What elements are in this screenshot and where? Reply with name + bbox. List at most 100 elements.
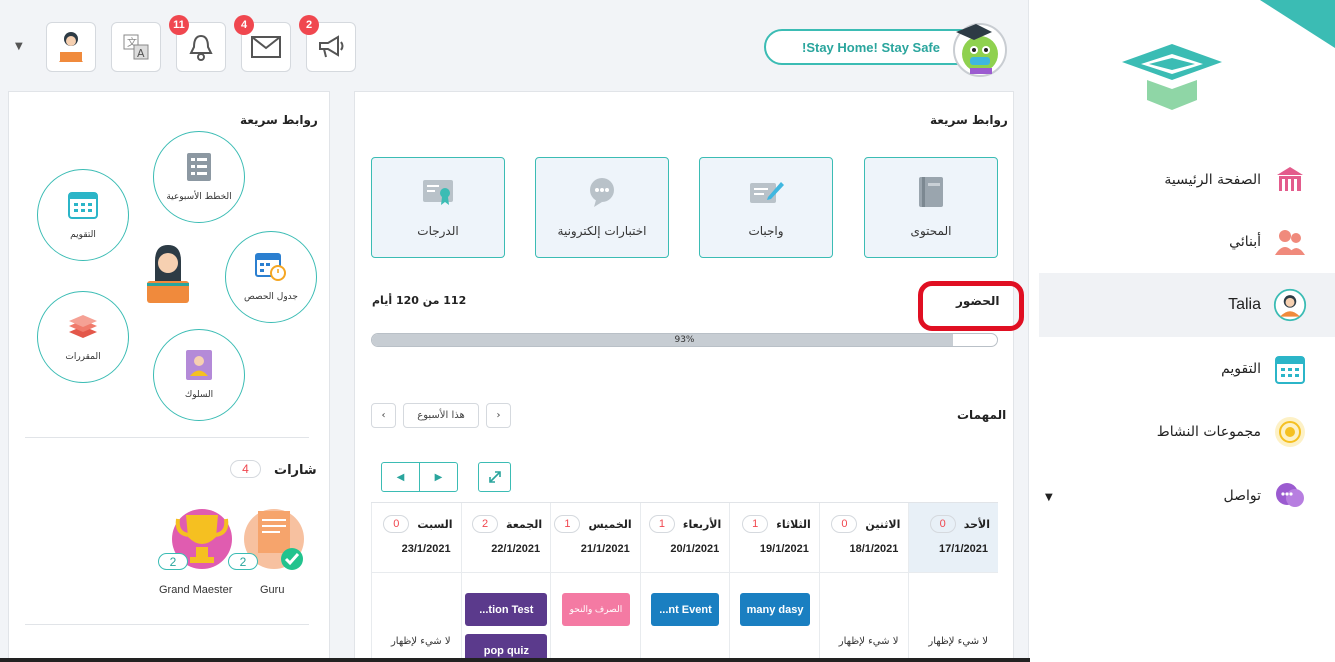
calendar-day-count: 1 xyxy=(554,515,581,533)
calendar-day-column: الثلاثاء 1 19/1/2021 many dasy xyxy=(729,503,819,662)
home-icon xyxy=(1273,163,1307,197)
notifications-badge: 11 xyxy=(169,15,189,35)
certificate-icon xyxy=(420,174,456,210)
sidebar-item-label: مجموعات النشاط xyxy=(1156,424,1261,440)
weekly-plan-icon xyxy=(182,150,216,184)
attendance-highlight-ring xyxy=(918,281,1024,331)
quick-links-title: روابط سريعة xyxy=(930,113,1008,127)
calendar-day-row: السبت 0 xyxy=(383,515,453,533)
user-profile-button[interactable] xyxy=(46,22,96,72)
quiz-icon xyxy=(584,174,620,210)
notifications-button[interactable]: 11 xyxy=(169,15,226,72)
sidebar-item-label: الصفحة الرئيسية xyxy=(1164,172,1261,188)
calendar-day-column: الأربعاء 1 20/1/2021 ...nt Event xyxy=(639,503,730,662)
calendar-day-header: الأربعاء 1 20/1/2021 xyxy=(640,503,730,573)
expand-button[interactable] xyxy=(478,462,511,492)
sidebar-item-calendar[interactable]: التقويم xyxy=(1067,350,1307,388)
messages-button[interactable]: 4 xyxy=(234,15,291,72)
calendar-event[interactable]: ...nt Event xyxy=(651,593,720,626)
corner-decoration xyxy=(1260,0,1335,48)
calendar-empty-text: لا شيء لإظهار xyxy=(838,636,899,647)
quick-link-e-exams[interactable]: اختبارات إلكترونية xyxy=(535,157,669,258)
sidebar-item-talia[interactable]: Talia xyxy=(1067,286,1307,324)
sidebar-item-communication[interactable]: تواصل xyxy=(1067,477,1307,515)
sidebar: الصفحة الرئيسية أبنائي Talia التقويم مجم… xyxy=(1028,0,1335,662)
attendance-summary: 112 من 120 أيام xyxy=(372,294,467,307)
bubble-behavior[interactable]: السلوك xyxy=(153,329,245,421)
bubble-weekly-plans[interactable]: الخطط الأسبوعية xyxy=(153,131,245,223)
bubble-label: السلوك xyxy=(184,390,214,400)
guru-name: Guru xyxy=(260,584,285,596)
calendar-day-date: 18/1/2021 xyxy=(849,543,899,555)
announcements-button[interactable]: 2 xyxy=(299,15,356,72)
prev-arrow-icon[interactable]: ◀ xyxy=(382,463,420,491)
translate-button[interactable]: 文A xyxy=(111,22,161,72)
chevron-down-icon[interactable]: ▼ xyxy=(1045,492,1053,503)
homework-icon xyxy=(748,174,784,210)
calendar-day-count: 1 xyxy=(742,515,769,533)
calendar-day-header: الاثنين 0 18/1/2021 xyxy=(819,503,909,573)
quick-link-content[interactable]: المحتوى xyxy=(864,157,998,258)
student-avatar-icon xyxy=(1273,288,1307,322)
children-icon xyxy=(1273,225,1307,259)
quick-link-label: المحتوى xyxy=(910,224,952,238)
calendar-day-row: الأربعاء 1 xyxy=(648,515,722,533)
activity-groups-icon xyxy=(1273,415,1307,449)
calendar-day-count: 1 xyxy=(648,515,675,533)
sidebar-item-home[interactable]: الصفحة الرئيسية xyxy=(1067,161,1307,199)
prev-week-button[interactable]: ‹ xyxy=(371,403,396,428)
bubble-label: التقويم xyxy=(70,230,96,240)
calendar-event[interactable]: ...tion Test xyxy=(465,593,548,626)
next-arrow-icon[interactable]: ▶ xyxy=(420,463,457,491)
chevron-left-icon: ‹ xyxy=(381,410,386,421)
megaphone-icon xyxy=(319,35,344,58)
bubble-timetable[interactable]: جدول الحصص xyxy=(225,231,317,323)
calendar-day-column: الأحد 0 17/1/2021 لا شيء لإظهار xyxy=(908,503,998,662)
calendar-day-date: 22/1/2021 xyxy=(491,543,541,555)
calendar-event[interactable]: many dasy xyxy=(740,593,811,626)
tasks-calendar: الأحد 0 17/1/2021 لا شيء لإظهار الاثنين 0 18/1… xyxy=(371,502,998,662)
calendar-day-row: الثلاثاء 1 xyxy=(742,515,811,533)
quick-link-label: واجبات xyxy=(748,224,784,238)
calendar-nav: ◀ ▶ xyxy=(381,462,458,492)
calendar-day-date: 23/1/2021 xyxy=(401,543,451,555)
bottom-scrollbar[interactable] xyxy=(0,658,1030,662)
calendar-event[interactable]: الصرف والنحو xyxy=(561,593,630,626)
quick-link-label: اختبارات إلكترونية xyxy=(557,224,647,238)
calendar-day-column: الاثنين 0 18/1/2021 لا شيء لإظهار xyxy=(818,503,909,662)
calendar-day-date: 21/1/2021 xyxy=(580,543,630,555)
calendar-day-count: 2 xyxy=(472,515,499,533)
badges-title: شارات xyxy=(274,463,317,478)
calendar-icon xyxy=(1273,352,1307,386)
quick-link-homework[interactable]: واجبات xyxy=(699,157,833,258)
calendar-day-column: السبت 0 23/1/2021 لا شيء لإظهار xyxy=(371,503,461,662)
divider xyxy=(25,624,309,625)
calendar-day-name: الاثنين xyxy=(865,517,901,531)
sidebar-item-children[interactable]: أبنائي xyxy=(1067,223,1307,261)
timetable-icon xyxy=(254,250,288,284)
calendar-day-count: 0 xyxy=(383,515,410,533)
bubble-courses[interactable]: المقررات xyxy=(37,291,129,383)
calendar-empty-text: لا شيء لإظهار xyxy=(390,636,451,647)
quick-link-grades[interactable]: الدرجات xyxy=(371,157,505,258)
book-icon xyxy=(913,174,949,210)
courses-icon xyxy=(66,310,100,344)
next-week-button[interactable]: › xyxy=(486,403,511,428)
badges-count: 4 xyxy=(230,460,261,478)
bubble-label: المقررات xyxy=(65,352,101,362)
quick-link-label: الدرجات xyxy=(417,224,459,238)
bubble-label: جدول الحصص xyxy=(244,292,298,302)
messages-badge: 4 xyxy=(234,15,254,35)
this-week-button[interactable]: هذا الأسبوع xyxy=(403,403,479,428)
bubble-calendar[interactable]: التقويم xyxy=(37,169,129,261)
sidebar-item-activity-groups[interactable]: مجموعات النشاط xyxy=(1067,413,1307,451)
calendar-day-header: السبت 0 23/1/2021 xyxy=(372,503,461,573)
chevron-down-icon[interactable]: ▼ xyxy=(15,41,23,52)
calendar-day-row: الأحد 0 xyxy=(929,515,990,533)
behavior-icon xyxy=(182,348,216,382)
svg-text:A: A xyxy=(137,47,145,60)
calendar-day-name: الخميس xyxy=(588,517,632,531)
student-illustration-icon xyxy=(147,245,189,303)
calendar-day-name: الأربعاء xyxy=(682,517,722,531)
calendar-day-date: 20/1/2021 xyxy=(670,543,720,555)
